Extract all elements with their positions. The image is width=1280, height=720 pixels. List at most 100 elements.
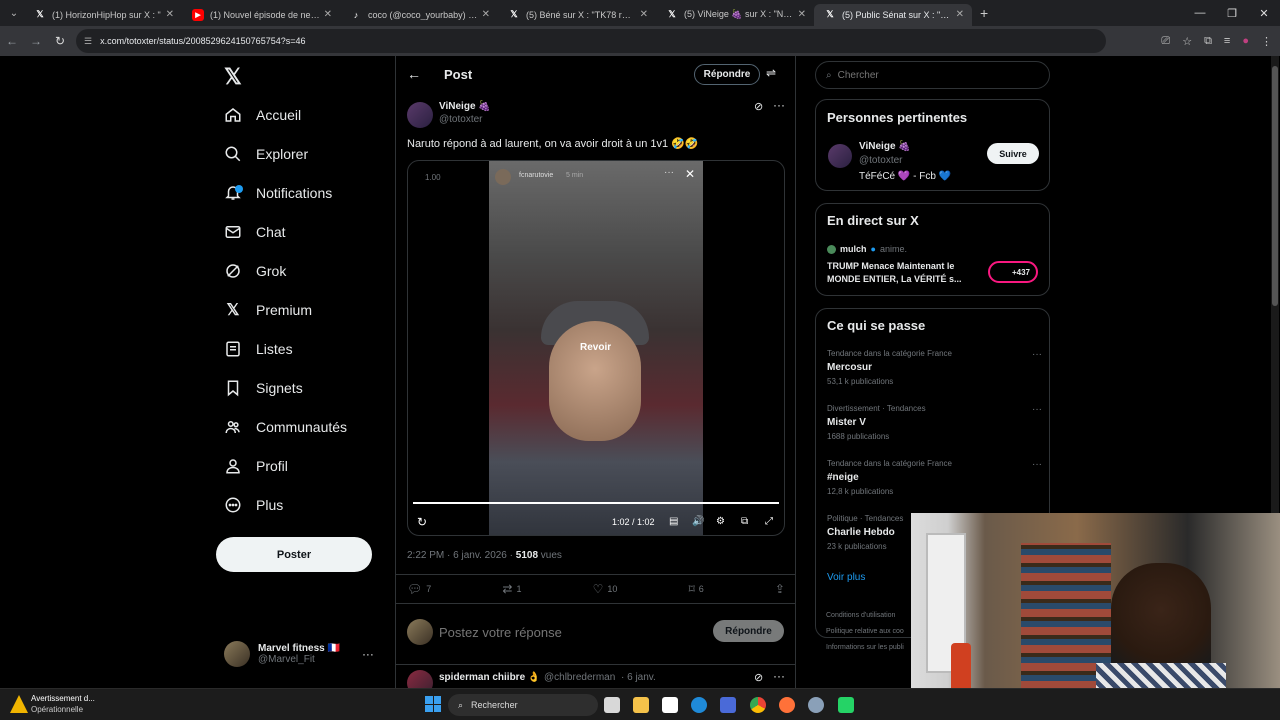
close-icon[interactable]: ✕ — [482, 9, 490, 20]
close-icon[interactable]: ✕ — [324, 9, 332, 20]
more-dots-icon[interactable]: ··· — [773, 669, 785, 683]
bookmark-action[interactable]: ⌑ 6 — [689, 582, 704, 596]
search-input[interactable] — [837, 69, 1028, 81]
chrome-icon[interactable] — [750, 697, 766, 713]
address-bar[interactable]: ☰ x.com/totoxter/status/2008529624150765… — [76, 29, 1106, 53]
post-timestamp[interactable]: 2:22 PM · 6 janv. 2026 · — [407, 550, 516, 561]
footer-link[interactable]: Informations sur les publi — [826, 640, 904, 656]
browser-tab[interactable]: 𝕏 (5) Béné sur X : "TK78 réagit à l ✕ — [498, 4, 656, 26]
pip-icon[interactable]: ⧉ — [741, 516, 748, 527]
author-name[interactable]: ViNeige 🍇 — [439, 101, 491, 112]
whatsapp-icon[interactable] — [838, 697, 854, 713]
extensions-icon[interactable]: ⧉ — [1204, 35, 1212, 48]
trend-item[interactable]: Divertissement · Tendances Mister V 1688… — [827, 404, 1042, 441]
nav-notifications[interactable]: Notifications — [224, 178, 332, 208]
account-switcher[interactable]: Marvel fitness 🇫🇷 @Marvel_Fit ··· — [224, 641, 374, 667]
browser-tab-active[interactable]: 𝕏 (5) Public Sénat sur X : "Dépen ✕ — [814, 3, 972, 26]
reply-header-button[interactable]: Répondre — [694, 64, 760, 85]
settings-icon[interactable] — [808, 697, 824, 713]
new-tab-button[interactable]: + — [980, 5, 988, 21]
live-host[interactable]: mulch ● anime. — [827, 244, 907, 254]
more-dots-icon[interactable]: ··· — [1032, 459, 1042, 470]
reply-input[interactable] — [439, 622, 689, 642]
minimize-icon[interactable]: — — [1184, 0, 1216, 26]
reload-icon[interactable]: ↻ — [48, 34, 72, 48]
media-icon[interactable]: ≡ — [1224, 35, 1230, 47]
live-listeners[interactable]: +437 — [988, 261, 1038, 283]
nav-bookmarks[interactable]: Signets — [224, 373, 303, 403]
footer-link[interactable]: Conditions d'utilisation — [826, 608, 904, 624]
firefox-icon[interactable] — [779, 697, 795, 713]
trend-item[interactable]: Tendance dans la catégorie France Mercos… — [827, 349, 1042, 386]
menu-icon[interactable]: ⋮ — [1261, 35, 1272, 48]
more-dots-icon[interactable]: ··· — [362, 647, 374, 661]
notepad-icon[interactable] — [662, 697, 678, 713]
windows-start-icon[interactable] — [425, 696, 441, 712]
back-arrow-icon[interactable]: ← — [407, 66, 421, 82]
store-icon[interactable] — [720, 697, 736, 713]
x-logo-icon[interactable]: 𝕏 — [224, 64, 242, 90]
replay-button[interactable]: Revoir — [580, 342, 611, 353]
bookmark-star-icon[interactable]: ☆ — [1182, 35, 1192, 48]
more-dots-icon[interactable]: ··· — [1032, 349, 1042, 360]
profile-avatar-icon[interactable]: ● — [1242, 35, 1249, 47]
author-handle[interactable]: @totoxter — [439, 114, 483, 125]
live-headline[interactable]: TRUMP Menace Maintenant le MONDE ENTIER,… — [827, 260, 979, 286]
volume-icon[interactable]: 🔊 — [692, 516, 704, 527]
more-dots-icon[interactable]: ··· — [664, 167, 674, 178]
footer-link[interactable]: Politique relative aux coo — [826, 624, 904, 640]
share-icon[interactable]: ⇪ — [775, 582, 785, 596]
cast-icon[interactable]: ⎚ — [1161, 35, 1170, 48]
close-window-icon[interactable]: ✕ — [1248, 0, 1280, 26]
nav-premium[interactable]: 𝕏 Premium — [224, 295, 312, 325]
restore-icon[interactable]: ❐ — [1216, 0, 1248, 26]
replay-icon[interactable]: ↻ — [417, 515, 427, 529]
follow-button[interactable]: Suivre — [987, 143, 1039, 164]
browser-tab[interactable]: ♪ coco (@coco_yourbaby) | TikTo ✕ — [340, 4, 498, 26]
notification-title[interactable]: Avertissement d... — [31, 694, 95, 703]
post-button[interactable]: Poster — [216, 537, 372, 572]
fullscreen-icon[interactable]: ⤢ — [765, 516, 773, 527]
reply-action[interactable]: 💬︎ 7 — [407, 582, 431, 596]
captions-icon[interactable]: ▤ — [669, 516, 678, 527]
nav-grok[interactable]: Grok — [224, 256, 286, 286]
reply-author-name[interactable]: spiderman chiibre 👌 — [439, 672, 540, 683]
avatar[interactable] — [828, 144, 852, 168]
forward-icon[interactable]: → — [24, 34, 48, 48]
close-icon[interactable]: ✕ — [640, 9, 648, 20]
close-icon[interactable]: ✕ — [956, 9, 964, 20]
taskbar-search[interactable]: ⌕ Rechercher — [448, 694, 598, 716]
scrollbar-thumb[interactable] — [1272, 66, 1278, 306]
close-icon[interactable]: ✕ — [166, 9, 174, 20]
file-explorer-icon[interactable] — [633, 697, 649, 713]
edge-icon[interactable] — [691, 697, 707, 713]
grok-icon[interactable]: ⊘ — [754, 100, 763, 113]
repost-action[interactable]: ⇄ 1 — [502, 582, 521, 596]
like-action[interactable]: ♡ 10 — [593, 582, 618, 596]
reply-avatar[interactable] — [407, 670, 433, 688]
search-box[interactable]: ⌕ — [815, 61, 1050, 89]
nav-explore[interactable]: Explorer — [224, 139, 308, 169]
nav-lists[interactable]: Listes — [224, 334, 293, 364]
browser-tab[interactable]: ▶ (1) Nouvel épisode de neige : le ✕ — [182, 4, 340, 26]
back-icon[interactable]: ← — [0, 34, 24, 48]
tab-search-icon[interactable]: ⌄ — [4, 3, 24, 23]
browser-tab[interactable]: 𝕏 (5) ViNeige 🍇 sur X : "Naruto ✕ — [656, 4, 814, 26]
more-dots-icon[interactable]: ··· — [1032, 404, 1042, 415]
close-icon[interactable]: ✕ — [685, 167, 695, 181]
browser-tab[interactable]: 𝕏 (1) HorizonHipHop sur X : " ✕ — [24, 4, 182, 26]
nav-profile[interactable]: Profil — [224, 451, 288, 481]
task-view-icon[interactable] — [604, 697, 620, 713]
show-more-link[interactable]: Voir plus — [827, 572, 865, 583]
nav-chat[interactable]: Chat — [224, 217, 286, 247]
reply-author-handle[interactable]: @chlbrederman — [544, 672, 615, 683]
author-avatar[interactable] — [407, 102, 433, 128]
person-handle[interactable]: @totoxter — [859, 155, 903, 166]
nav-communities[interactable]: Communautés — [224, 412, 347, 442]
nav-more[interactable]: Plus — [224, 490, 283, 520]
video-player[interactable]: 1.00 fcnarutovie 5 min ··· ✕ Revoir ↻ 1:… — [407, 160, 785, 536]
video-progress-track[interactable] — [413, 502, 779, 504]
reply-submit-button[interactable]: Répondre — [713, 620, 784, 642]
settings-icon[interactable]: ⚙ — [716, 516, 725, 527]
grok-icon[interactable]: ⊘ — [754, 671, 763, 684]
